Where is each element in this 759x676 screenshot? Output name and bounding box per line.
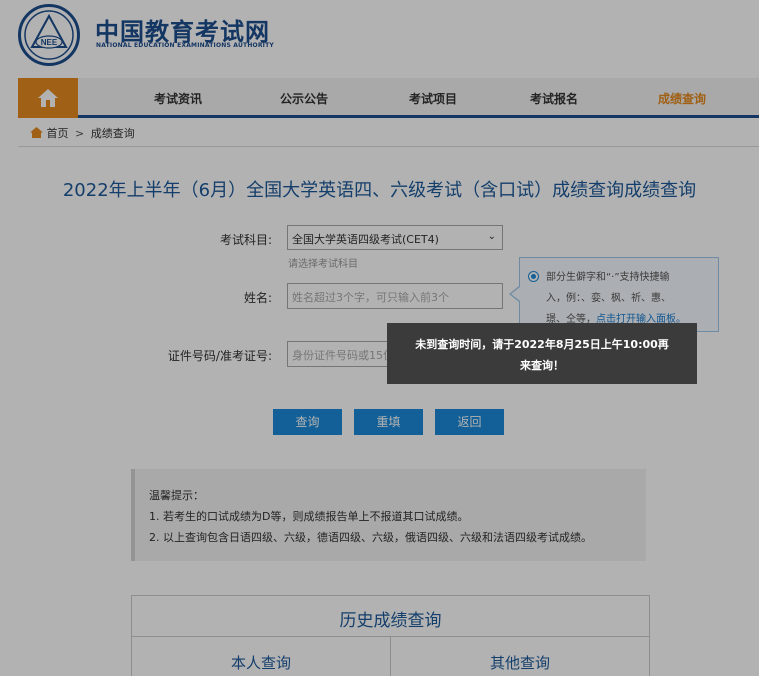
- tab-other-query[interactable]: 其他查询: [391, 652, 649, 673]
- tip-line-1: 部分生僻字和“·”支持快捷输: [546, 272, 670, 283]
- subject-label: 考试科目:: [219, 233, 272, 247]
- breadcrumb-divider: [18, 146, 759, 147]
- id-number-label: 证件号码/准考证号:: [167, 349, 272, 363]
- notice-title: 温馨提示：: [149, 489, 204, 502]
- reset-button[interactable]: 重填: [354, 409, 423, 435]
- page-title: 2022年上半年（6月）全国大学英语四、六级考试（含口试）成绩查询成绩查询: [62, 180, 697, 201]
- tip-radio-icon[interactable]: [528, 271, 539, 282]
- subject-select-value: 全国大学英语四级考试(CET4): [292, 233, 439, 246]
- name-label: 姓名:: [243, 291, 272, 305]
- logo-triangle-icon: NEE: [24, 10, 74, 60]
- tip-arrow-fill: [511, 287, 520, 301]
- logo-badge-text: NEE: [41, 38, 58, 47]
- notice-item: 2. 以上查询包含日语四级、六级，德语四级、六级，俄语四级、六级和法语四级考试成…: [149, 531, 592, 544]
- tab-self-query[interactable]: 本人查询: [132, 652, 390, 673]
- site-name-en: NATIONAL EDUCATION EXAMINATIONS AUTHORIT…: [96, 42, 274, 49]
- chevron-down-icon: ⌄: [487, 231, 496, 242]
- toast-line-2: 来查询！: [520, 359, 564, 372]
- back-button[interactable]: 返回: [435, 409, 504, 435]
- subject-select[interactable]: 全国大学英语四级考试(CET4) ⌄: [287, 225, 503, 250]
- home-icon: [38, 89, 58, 107]
- home-icon: [30, 127, 43, 138]
- nav-item-exam-registration[interactable]: 考试报名: [530, 90, 578, 107]
- breadcrumb-home-link[interactable]: 首页: [47, 127, 69, 140]
- site-header: NEE 中国教育考试网 NATIONAL EDUCATION EXAMINATI…: [0, 0, 759, 78]
- logo-emblem[interactable]: NEE: [18, 4, 80, 66]
- subject-hint: 请选择考试科目: [288, 259, 358, 270]
- tip-line-2: 入，例：、娈、枫、祈、惠、: [546, 293, 671, 304]
- toast-line-1: 未到查询时间，请于2022年8月25日上午10:00再: [415, 338, 669, 351]
- name-input[interactable]: 姓名超过3个字，可只输入前3个: [287, 283, 503, 309]
- nav-item-announcements[interactable]: 公示公告: [280, 90, 328, 107]
- query-button[interactable]: 查询: [273, 409, 342, 435]
- breadcrumb-separator: >: [75, 127, 85, 140]
- nav-item-exam-projects[interactable]: 考试项目: [409, 90, 457, 107]
- toast-message: 未到查询时间，请于2022年8月25日上午10:00再 来查询！: [387, 323, 697, 384]
- nav-item-exam-news[interactable]: 考试资讯: [154, 90, 202, 107]
- history-score-panel: 历史成绩查询 本人查询 其他查询: [131, 595, 650, 676]
- notice-box: 温馨提示： 1. 若考生的口试成绩为D等，则成绩报告单上不报道其口试成绩。 2.…: [131, 469, 646, 561]
- notice-item: 1. 若考生的口试成绩为D等，则成绩报告单上不报道其口试成绩。: [149, 510, 469, 523]
- breadcrumb-current: 成绩查询: [90, 127, 135, 140]
- breadcrumb: 首页 > 成绩查询: [30, 125, 135, 141]
- main-nav: 考试资讯 公示公告 考试项目 考试报名 成绩查询: [18, 78, 759, 118]
- rare-char-tip: 部分生僻字和“·”支持快捷输 入，例：、娈、枫、祈、惠、 璟、仝等，点击打开输入…: [519, 257, 719, 332]
- history-title: 历史成绩查询: [339, 611, 442, 631]
- nav-item-score-query[interactable]: 成绩查询: [658, 90, 706, 107]
- nav-home-button[interactable]: [18, 78, 78, 118]
